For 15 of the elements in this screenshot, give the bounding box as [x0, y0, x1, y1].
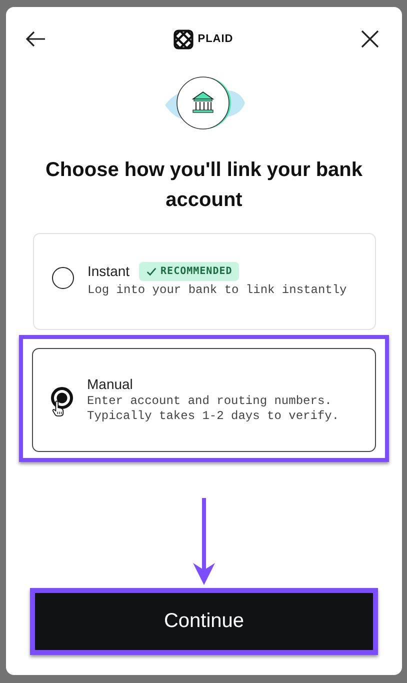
option-card[interactable]: Manual Enter account and routing numbers. Typically takes 1-2 days to verify. — [32, 348, 376, 452]
logo-icon — [172, 28, 194, 50]
radio-button[interactable] — [51, 387, 73, 409]
option-description: Log into your bank to link instantly — [88, 282, 348, 298]
radio-button[interactable] — [52, 266, 74, 288]
option-description: Enter account and routing numbers. Typically takes 1-2 days to verify. — [87, 394, 340, 424]
check-icon — [146, 266, 157, 276]
badge-label: RECOMMENDED — [160, 266, 232, 276]
page-title: Choose how you'll link your bank account — [44, 158, 364, 213]
continue-button[interactable]: Continue — [35, 593, 373, 650]
option-card[interactable]: Instant RECOMMENDED Log into your bank to link instantly — [32, 233, 376, 330]
option-title: Instant — [88, 263, 130, 279]
hand-cursor-icon — [52, 400, 65, 417]
option-title: Manual — [87, 376, 133, 392]
logo-text: PLAID — [198, 33, 234, 45]
